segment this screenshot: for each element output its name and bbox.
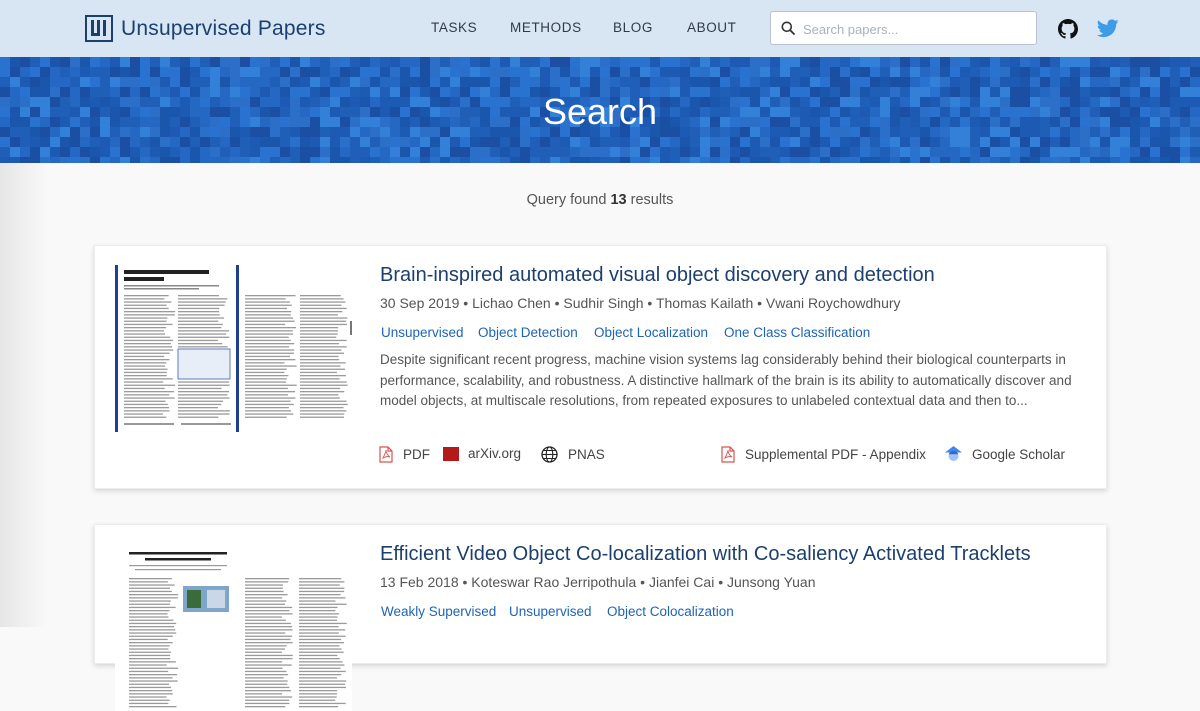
- page-banner: Search: [0, 57, 1200, 163]
- google-scholar-link[interactable]: Google Scholar: [945, 446, 1065, 462]
- google-scholar-label: Google Scholar: [972, 446, 1066, 462]
- nav-about[interactable]: ABOUT: [687, 20, 737, 35]
- paper-card: Brain-inspired automated visual object d…: [94, 245, 1107, 489]
- supplemental-pdf-label: Supplemental PDF - Appendix: [745, 447, 926, 462]
- paper-title[interactable]: Efficient Video Object Co-localization w…: [380, 543, 1031, 566]
- arxiv-icon: [443, 446, 459, 461]
- paper-card: Efficient Video Object Co-localization w…: [94, 524, 1107, 711]
- tag-one-class-classification[interactable]: One Class Classification: [724, 325, 870, 340]
- twitter-icon[interactable]: [1097, 19, 1119, 38]
- pnas-label: PNAS: [568, 447, 605, 462]
- paper-meta: 30 Sep 2019 • Lichao Chen • Sudhir Singh…: [380, 295, 901, 311]
- search-icon: [781, 21, 795, 35]
- paper-meta: 13 Feb 2018 • Koteswar Rao Jerripothula …: [380, 574, 816, 590]
- tag-weakly-supervised[interactable]: Weakly Supervised: [381, 604, 496, 619]
- pdf-icon: [379, 446, 393, 463]
- tag-object-colocalization[interactable]: Object Colocalization: [607, 604, 734, 619]
- globe-icon: [541, 446, 558, 463]
- google-scholar-icon: [945, 446, 962, 461]
- arxiv-label: arXiv.org: [468, 446, 522, 461]
- search-box[interactable]: [770, 11, 1037, 45]
- site-logo[interactable]: Unsupervised Papers: [85, 15, 326, 42]
- top-bar: Unsupervised Papers TASKS METHODS BLOG A…: [0, 0, 1200, 57]
- arxiv-link[interactable]: arXiv.org: [443, 446, 521, 461]
- nav-blog[interactable]: BLOG: [613, 20, 653, 35]
- pnas-link[interactable]: PNAS: [541, 446, 605, 463]
- page-title: Search: [542, 91, 658, 132]
- tag-object-localization[interactable]: Object Localization: [594, 325, 708, 340]
- paper-thumbnail[interactable]: [115, 544, 352, 711]
- paper-title[interactable]: Brain-inspired automated visual object d…: [380, 264, 935, 287]
- pdf-label: PDF: [403, 447, 430, 462]
- nav-methods[interactable]: METHODS: [510, 20, 582, 35]
- github-icon[interactable]: [1058, 19, 1078, 39]
- logo-text: Unsupervised Papers: [121, 16, 326, 40]
- left-shade: [0, 163, 48, 627]
- paper-thumbnail[interactable]: [115, 265, 352, 432]
- logo-mark-icon: [85, 15, 113, 42]
- supplemental-pdf-link[interactable]: Supplemental PDF - Appendix: [721, 446, 926, 463]
- paper-abstract: Despite significant recent progress, mac…: [380, 352, 1072, 408]
- tag-unsupervised[interactable]: Unsupervised: [381, 325, 464, 340]
- nav-tasks[interactable]: TASKS: [431, 20, 477, 35]
- results-count: 13: [610, 192, 627, 208]
- pdf-icon: [721, 446, 735, 463]
- search-input[interactable]: [803, 18, 1028, 40]
- results-prefix: Query found: [526, 192, 611, 208]
- pdf-link[interactable]: PDF: [379, 446, 430, 463]
- tag-unsupervised[interactable]: Unsupervised: [509, 604, 592, 619]
- results-summary: Query found 13 results: [0, 192, 1200, 208]
- tag-object-detection[interactable]: Object Detection: [478, 325, 578, 340]
- results-suffix: results: [626, 192, 674, 208]
